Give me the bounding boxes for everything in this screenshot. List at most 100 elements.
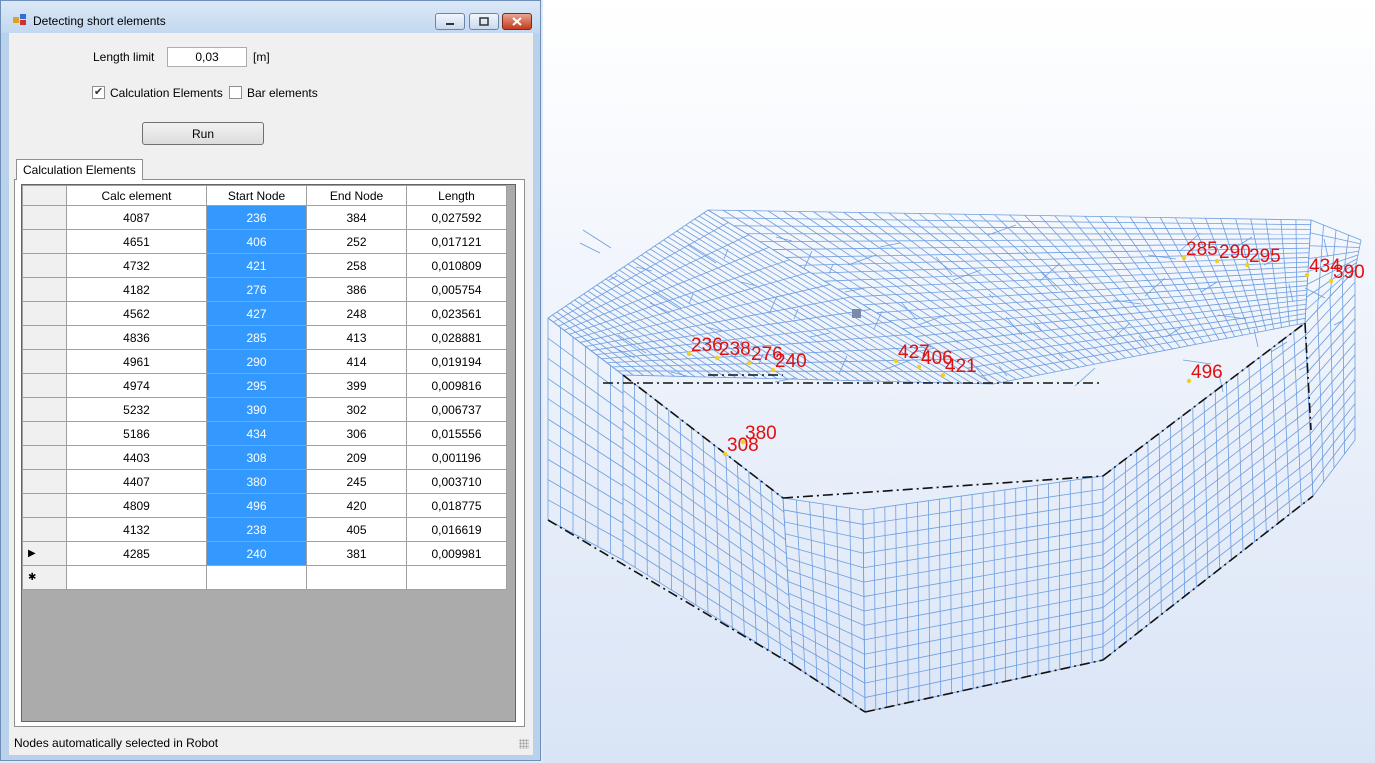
row-header[interactable] (22, 277, 67, 302)
column-header-end-node[interactable]: End Node (306, 185, 407, 206)
row-header[interactable] (22, 229, 67, 254)
length-cell[interactable]: 0,001196 (406, 445, 507, 470)
table-row[interactable]: 4651 406 252 0,017121 (22, 229, 507, 254)
length-cell[interactable]: 0,016619 (406, 517, 507, 542)
calc-element-cell[interactable]: 4132 (66, 517, 207, 542)
close-button[interactable] (502, 13, 532, 30)
empty-cell[interactable] (406, 565, 507, 590)
column-header-length[interactable]: Length (406, 185, 507, 206)
start-node-cell[interactable]: 427 (206, 301, 307, 326)
start-node-cell[interactable]: 421 (206, 253, 307, 278)
length-cell[interactable]: 0,017121 (406, 229, 507, 254)
table-row[interactable]: 4132 238 405 0,016619 (22, 517, 507, 542)
end-node-cell[interactable]: 386 (306, 277, 407, 302)
bar-elements-checkbox[interactable] (229, 86, 242, 99)
results-grid[interactable]: Calc element Start Node End Node Length … (21, 184, 516, 722)
column-header-calc-element[interactable]: Calc element (66, 185, 207, 206)
new-row[interactable]: ✱ (22, 565, 507, 590)
table-row[interactable]: 4836 285 413 0,028881 (22, 325, 507, 350)
end-node-cell[interactable]: 209 (306, 445, 407, 470)
bar-elements-label[interactable]: Bar elements (247, 86, 318, 100)
start-node-cell[interactable]: 290 (206, 349, 307, 374)
column-header-start-node[interactable]: Start Node (206, 185, 307, 206)
calc-element-cell[interactable]: 4562 (66, 301, 207, 326)
tab-calculation-elements[interactable]: Calculation Elements (16, 159, 143, 180)
end-node-cell[interactable]: 252 (306, 229, 407, 254)
end-node-cell[interactable]: 306 (306, 421, 407, 446)
length-cell[interactable]: 0,009816 (406, 373, 507, 398)
row-header-corner[interactable] (22, 185, 67, 206)
empty-cell[interactable] (206, 565, 307, 590)
start-node-cell[interactable]: 496 (206, 493, 307, 518)
calc-element-cell[interactable]: 4836 (66, 325, 207, 350)
row-header[interactable]: ▶ (22, 541, 67, 566)
length-cell[interactable]: 0,010809 (406, 253, 507, 278)
run-button[interactable]: Run (142, 122, 264, 145)
row-header[interactable] (22, 397, 67, 422)
start-node-cell[interactable]: 295 (206, 373, 307, 398)
row-header[interactable] (22, 421, 67, 446)
calc-element-cell[interactable]: 4961 (66, 349, 207, 374)
row-header[interactable] (22, 325, 67, 350)
calculation-elements-checkbox[interactable]: ✔ (92, 86, 105, 99)
calc-element-cell[interactable]: 4285 (66, 541, 207, 566)
table-row[interactable]: 4562 427 248 0,023561 (22, 301, 507, 326)
table-row[interactable]: 4809 496 420 0,018775 (22, 493, 507, 518)
start-node-cell[interactable]: 380 (206, 469, 307, 494)
table-row[interactable]: 5186 434 306 0,015556 (22, 421, 507, 446)
end-node-cell[interactable]: 420 (306, 493, 407, 518)
start-node-cell[interactable]: 406 (206, 229, 307, 254)
table-row[interactable]: 4403 308 209 0,001196 (22, 445, 507, 470)
row-header[interactable] (22, 517, 67, 542)
calc-element-cell[interactable]: 4087 (66, 205, 207, 230)
row-header[interactable] (22, 301, 67, 326)
length-limit-input[interactable] (167, 47, 247, 67)
row-header[interactable] (22, 253, 67, 278)
maximize-button[interactable] (469, 13, 499, 30)
start-node-cell[interactable]: 276 (206, 277, 307, 302)
start-node-cell[interactable]: 308 (206, 445, 307, 470)
calc-element-cell[interactable]: 4403 (66, 445, 207, 470)
resize-grip-icon[interactable] (519, 739, 529, 749)
calc-element-cell[interactable]: 4974 (66, 373, 207, 398)
minimize-button[interactable] (435, 13, 465, 30)
length-cell[interactable]: 0,005754 (406, 277, 507, 302)
row-header[interactable] (22, 205, 67, 230)
table-row[interactable]: 4182 276 386 0,005754 (22, 277, 507, 302)
length-cell[interactable]: 0,027592 (406, 205, 507, 230)
empty-cell[interactable] (306, 565, 407, 590)
table-row[interactable]: 4974 295 399 0,009816 (22, 373, 507, 398)
row-header[interactable] (22, 373, 67, 398)
row-header[interactable] (22, 445, 67, 470)
robot-3d-viewport[interactable]: 236 238 276 240 427 406 421 285 290 295 434 390 496 3… (543, 0, 1375, 763)
calc-element-cell[interactable]: 4809 (66, 493, 207, 518)
calc-element-cell[interactable]: 5232 (66, 397, 207, 422)
length-cell[interactable]: 0,009981 (406, 541, 507, 566)
length-cell[interactable]: 0,019194 (406, 349, 507, 374)
mesh-view[interactable] (543, 0, 1375, 763)
length-cell[interactable]: 0,015556 (406, 421, 507, 446)
length-cell[interactable]: 0,018775 (406, 493, 507, 518)
end-node-cell[interactable]: 248 (306, 301, 407, 326)
start-node-cell[interactable]: 434 (206, 421, 307, 446)
empty-cell[interactable] (66, 565, 207, 590)
length-cell[interactable]: 0,028881 (406, 325, 507, 350)
calculation-elements-label[interactable]: Calculation Elements (110, 86, 223, 100)
end-node-cell[interactable]: 258 (306, 253, 407, 278)
end-node-cell[interactable]: 413 (306, 325, 407, 350)
table-row[interactable]: 4407 380 245 0,003710 (22, 469, 507, 494)
row-header[interactable]: ✱ (22, 565, 67, 590)
calc-element-cell[interactable]: 5186 (66, 421, 207, 446)
support-icon[interactable] (852, 309, 861, 318)
calc-element-cell[interactable]: 4732 (66, 253, 207, 278)
row-header[interactable] (22, 349, 67, 374)
end-node-cell[interactable]: 384 (306, 205, 407, 230)
end-node-cell[interactable]: 405 (306, 517, 407, 542)
calc-element-cell[interactable]: 4651 (66, 229, 207, 254)
row-header[interactable] (22, 469, 67, 494)
table-row[interactable]: 4087 236 384 0,027592 (22, 205, 507, 230)
row-header[interactable] (22, 493, 67, 518)
calc-element-cell[interactable]: 4407 (66, 469, 207, 494)
title-bar[interactable]: Detecting short elements (1, 1, 540, 33)
table-row[interactable]: 4961 290 414 0,019194 (22, 349, 507, 374)
